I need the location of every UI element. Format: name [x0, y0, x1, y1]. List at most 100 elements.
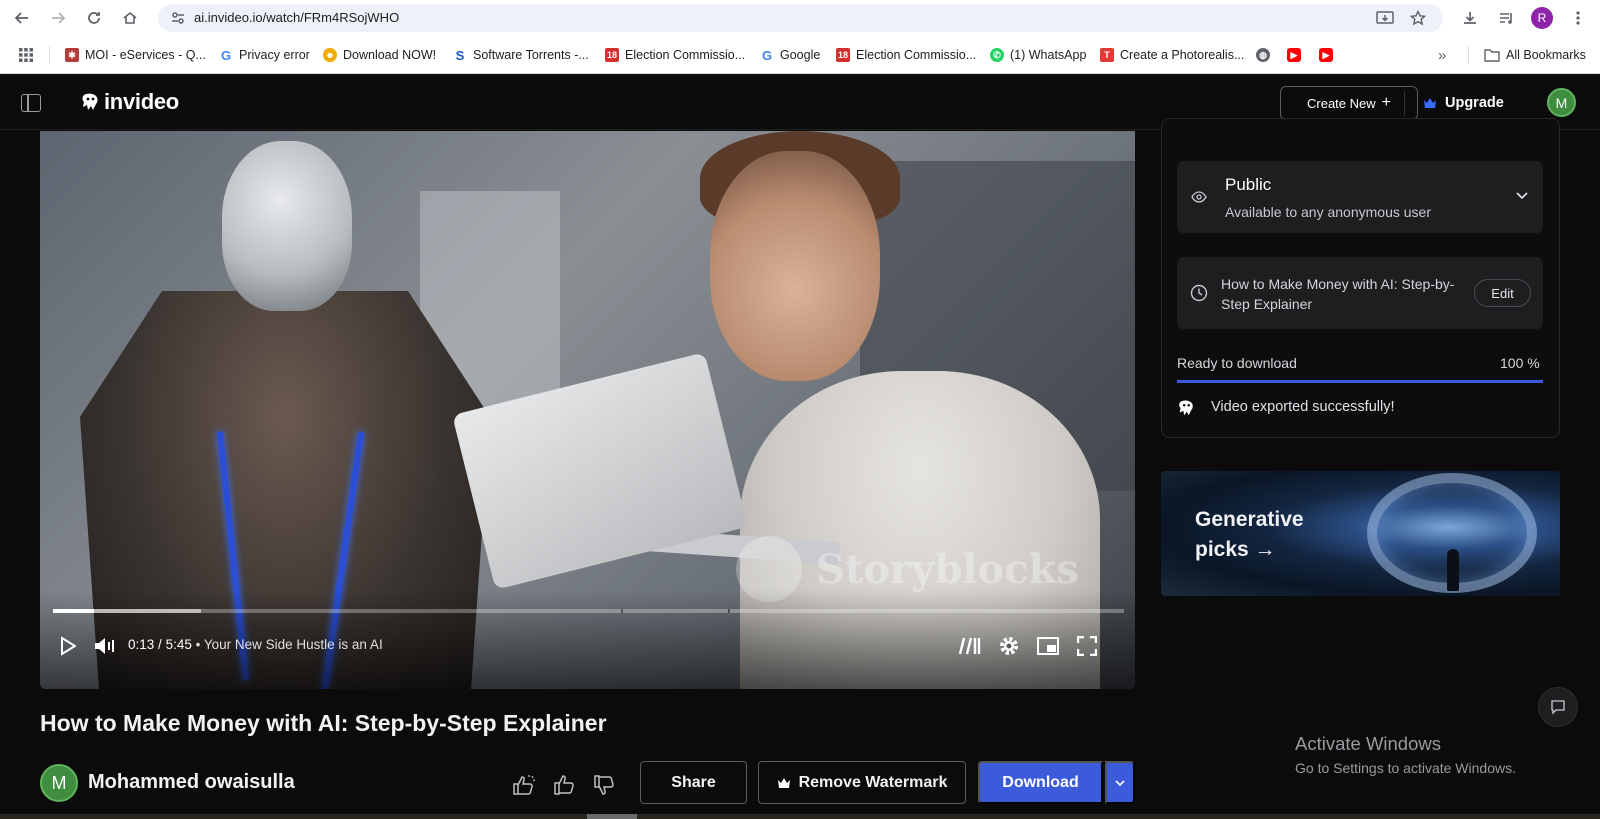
- downloads-icon[interactable]: [1458, 6, 1482, 30]
- export-progress-fill: [1177, 380, 1543, 383]
- youtube-icon[interactable]: ▶: [1287, 46, 1307, 64]
- chevron-down-icon: [1115, 779, 1125, 786]
- remove-watermark-button[interactable]: Remove Watermark: [758, 761, 966, 804]
- reload-icon[interactable]: [82, 6, 106, 30]
- time-display: 0:13 / 5:45 • Your New Side Hustle is an…: [128, 637, 383, 652]
- install-app-icon[interactable]: [1376, 10, 1394, 31]
- horizontal-scrollbar[interactable]: [0, 814, 1600, 819]
- chapter-separator: •: [195, 637, 204, 652]
- back-icon[interactable]: [10, 6, 34, 30]
- scrollbar-thumb[interactable]: [587, 814, 637, 819]
- all-bookmarks-label: All Bookmarks: [1506, 48, 1586, 62]
- eye-icon: [1191, 190, 1207, 208]
- current-time: 0:13: [128, 637, 155, 652]
- site-info-icon[interactable]: [170, 10, 186, 31]
- bookmark-label: Privacy error: [239, 48, 310, 62]
- bookmark-label: MOI - eServices - Q...: [85, 48, 206, 62]
- upgrade-button[interactable]: Upgrade: [1423, 90, 1504, 116]
- google-icon: G: [219, 47, 233, 63]
- thumbs-down-icon[interactable]: [591, 772, 617, 798]
- thumbs-up-icon[interactable]: [551, 772, 577, 798]
- invideo-logo-icon: [1179, 400, 1193, 416]
- video-title-card: How to Make Money with AI: Step-by-Step …: [1177, 257, 1543, 329]
- chat-support-button[interactable]: [1538, 687, 1578, 727]
- author-name[interactable]: Mohammed owaisulla: [88, 771, 295, 794]
- more-bookmarks-icon[interactable]: »: [1438, 46, 1446, 64]
- visibility-dropdown[interactable]: Public Available to any anonymous user: [1177, 161, 1543, 233]
- bookmark-item[interactable]: 18 Election Commissio...: [836, 46, 976, 64]
- create-new-label: Create New: [1307, 95, 1376, 111]
- settings-gear-icon[interactable]: [997, 634, 1021, 658]
- bookmark-label: Election Commissio...: [856, 48, 977, 62]
- celebrate-icon[interactable]: [511, 772, 537, 798]
- duration: 5:45: [165, 637, 192, 652]
- author-avatar[interactable]: M: [40, 764, 78, 802]
- apps-grid-icon[interactable]: [18, 46, 34, 64]
- generative-picks-banner[interactable]: Generative picks →: [1161, 471, 1560, 596]
- bookmark-label: (1) WhatsApp: [1010, 48, 1087, 62]
- video-frame-person-head: [710, 151, 880, 381]
- video-player[interactable]: Storyblocks 0:13 / 5:45 • Your New Side …: [40, 131, 1135, 689]
- bookmark-item[interactable]: 18 Election Commissio...: [605, 46, 745, 64]
- bookmark-item[interactable]: G Google: [760, 46, 820, 64]
- miniplayer-icon[interactable]: [1036, 634, 1060, 658]
- download-now-icon: ☻: [323, 48, 337, 62]
- bookmark-label: Create a Photorealis...: [1120, 48, 1245, 62]
- bookmark-item[interactable]: G Privacy error: [219, 46, 310, 64]
- play-icon[interactable]: [56, 634, 80, 658]
- logo-text: invideo: [104, 89, 179, 114]
- played-progress: [53, 609, 94, 613]
- plus-icon: +: [1381, 94, 1391, 111]
- bookmarks-bar: ✱ MOI - eServices - Q... G Privacy error ☻…: [0, 36, 1600, 74]
- figure-silhouette: [1447, 549, 1459, 591]
- bookmark-label: Google: [780, 48, 821, 62]
- bookmark-item[interactable]: T Create a Photorealis...: [1100, 46, 1244, 64]
- banner-line2: picks →: [1195, 538, 1276, 561]
- all-bookmarks-button[interactable]: All Bookmarks: [1484, 46, 1586, 64]
- mute-icon[interactable]: [92, 634, 120, 658]
- home-icon[interactable]: [118, 6, 142, 30]
- watermark-text: Storyblocks: [816, 545, 1079, 593]
- seek-bar[interactable]: [53, 609, 1124, 613]
- url-text[interactable]: ai.invideo.io/watch/FRm4RSojWHO: [194, 10, 399, 25]
- download-button[interactable]: Download: [978, 761, 1103, 804]
- bookmark-divider: [1468, 46, 1469, 64]
- bookmark-item[interactable]: ✆ (1) WhatsApp: [990, 46, 1086, 64]
- forward-icon[interactable]: [46, 6, 70, 30]
- bookmark-item[interactable]: S Software Torrents -...: [453, 46, 589, 64]
- media-control-icon[interactable]: [1494, 6, 1518, 30]
- bookmark-item[interactable]: ☻ Download NOW!: [323, 46, 436, 64]
- sidebar-toggle-icon[interactable]: [21, 94, 41, 112]
- youtube-icon[interactable]: ▶: [1319, 46, 1339, 64]
- time-separator: /: [158, 637, 166, 652]
- whatsapp-icon: ✆: [990, 48, 1004, 62]
- user-avatar[interactable]: M: [1547, 88, 1576, 117]
- chat-icon: [1551, 700, 1565, 715]
- bookmark-item[interactable]: ✱ MOI - eServices - Q...: [65, 46, 206, 64]
- google-icon: G: [760, 47, 774, 63]
- browser-menu-icon[interactable]: [1566, 6, 1590, 30]
- download-options-button[interactable]: [1105, 761, 1135, 804]
- address-bar[interactable]: ai.invideo.io/watch/FRm4RSojWHO: [158, 4, 1443, 32]
- edit-title-button[interactable]: Edit: [1474, 279, 1531, 307]
- bookmark-label: Download NOW!: [343, 48, 437, 62]
- election-icon: 18: [605, 48, 619, 62]
- fullscreen-icon[interactable]: [1075, 634, 1099, 658]
- chapters-icon[interactable]: [958, 634, 982, 658]
- ready-percent: 100 %: [1500, 355, 1540, 371]
- browser-toolbar: ai.invideo.io/watch/FRm4RSojWHO R: [0, 0, 1600, 36]
- invideo-logo[interactable]: invideo: [80, 89, 179, 115]
- bookmark-label: Software Torrents -...: [473, 48, 589, 62]
- create-new-button[interactable]: Create New +: [1280, 86, 1418, 120]
- page-title: How to Make Money with AI: Step-by-Step …: [40, 710, 607, 736]
- visibility-title: Public: [1225, 175, 1272, 194]
- t-icon: T: [1100, 48, 1114, 62]
- windows-activation-watermark: Activate Windows Go to Settings to activ…: [1295, 733, 1516, 776]
- chapter-title[interactable]: Your New Side Hustle is an AI: [204, 637, 383, 652]
- video-frame-robot-head: [222, 141, 352, 311]
- bookmark-star-icon[interactable]: [1409, 9, 1427, 31]
- browser-profile-avatar[interactable]: R: [1531, 7, 1553, 29]
- share-button[interactable]: Share: [640, 761, 747, 804]
- activate-title: Activate Windows: [1295, 733, 1441, 754]
- globe-icon[interactable]: ◍: [1256, 46, 1276, 64]
